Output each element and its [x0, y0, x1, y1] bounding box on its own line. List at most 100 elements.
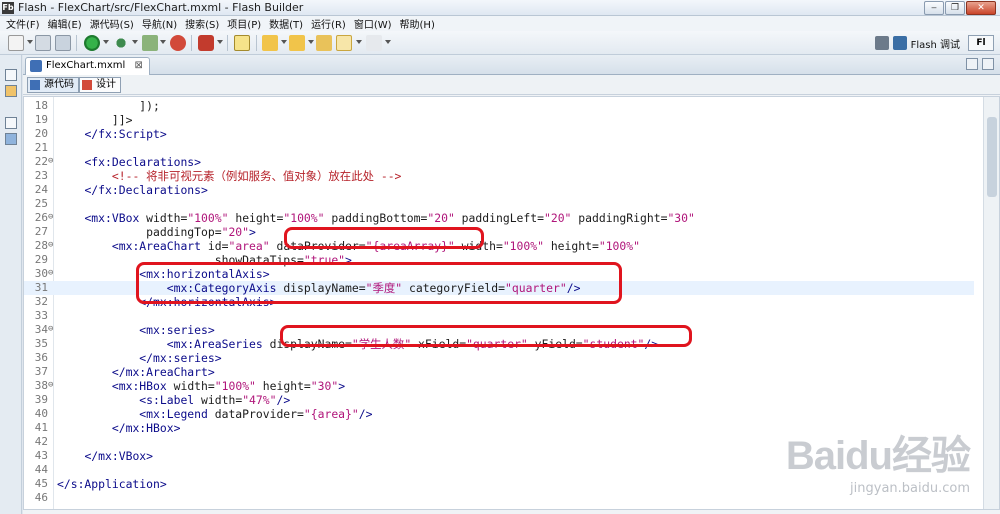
code-text: ]); [57, 99, 160, 113]
external-tools-dropdown-icon[interactable] [217, 40, 223, 44]
export-release-icon[interactable] [170, 35, 186, 51]
code-line[interactable]: 18 ]); [24, 99, 974, 113]
code-line[interactable]: 36 </mx:series> [24, 351, 974, 365]
flash-perspective-button[interactable]: Fl [968, 35, 994, 51]
back-dropdown-icon[interactable] [356, 40, 362, 44]
code-line[interactable]: 21 [24, 141, 974, 155]
editor-tab-flexchart[interactable]: FlexChart.mxml ⊠ [25, 57, 150, 75]
forward-icon[interactable] [366, 35, 382, 51]
code-text: </mx:AreaChart> [57, 365, 215, 379]
menu-item[interactable]: 数据(T) [265, 16, 307, 31]
new-file-icon[interactable] [8, 35, 24, 51]
tab-close-icon[interactable]: ⊠ [134, 60, 142, 71]
menu-item[interactable]: 源代码(S) [86, 16, 138, 31]
new-dropdown-icon[interactable] [27, 40, 33, 44]
code-line[interactable]: 37 </mx:AreaChart> [24, 365, 974, 379]
save-icon[interactable] [35, 35, 51, 51]
line-number: 23 [34, 169, 48, 182]
debug-icon[interactable] [113, 35, 129, 51]
minimize-icon[interactable]: ‒ [924, 1, 944, 15]
menu-item[interactable]: 文件(F) [2, 16, 44, 31]
restore-view-icon-2[interactable] [5, 117, 17, 129]
restore-icon[interactable]: ❐ [945, 1, 965, 15]
profile-icon[interactable] [142, 35, 158, 51]
code-token-str: "20" [427, 211, 455, 225]
code-text: <fx:Declarations> [57, 155, 201, 169]
code-token-attr: width= [173, 379, 215, 393]
fold-toggle-icon[interactable]: ⊖ [48, 269, 56, 278]
back-icon[interactable] [336, 35, 352, 51]
code-token-attr: width= [146, 211, 188, 225]
last-edit-location-icon[interactable] [316, 35, 332, 51]
previous-annotation-dropdown-icon[interactable] [308, 40, 314, 44]
code-text: </mx:HBox> [57, 421, 181, 435]
code-token-tag: </mx:AreaChart> [111, 365, 215, 379]
run-icon[interactable] [84, 35, 100, 51]
fold-toggle-icon[interactable]: ⊖ [48, 213, 56, 222]
code-text: <s:Label width="47%"/> [57, 393, 290, 407]
menu-item[interactable]: 导航(N) [138, 16, 181, 31]
forward-dropdown-icon[interactable] [385, 40, 391, 44]
maximize-pane-icon[interactable] [982, 58, 994, 70]
code-token-attr: height= [543, 239, 599, 253]
code-line[interactable]: 26 ⊖ <mx:VBox width="100%" height="100%" … [24, 211, 974, 225]
code-line[interactable]: 28 ⊖ <mx:AreaChart id="area" dataProvider… [24, 239, 974, 253]
code-line[interactable]: 20 </fx:Script> [24, 127, 974, 141]
code-token-tag: <mx:Legend [139, 407, 215, 421]
run-dropdown-icon[interactable] [103, 40, 109, 44]
line-number: 18 [34, 99, 48, 112]
scrollbar-thumb[interactable] [987, 117, 997, 197]
code-line[interactable]: 38 ⊖ <mx:HBox width="100%" height="30"> [24, 379, 974, 393]
line-number: 20 [34, 127, 48, 140]
code-line[interactable]: 19 ]]> [24, 113, 974, 127]
code-line[interactable]: 27 paddingTop="20"> [24, 225, 974, 239]
fold-toggle-icon[interactable]: ⊖ [48, 157, 56, 166]
code-line[interactable]: 33 [24, 309, 974, 323]
menu-item[interactable]: 窗口(W) [350, 16, 396, 31]
menu-item[interactable]: 运行(R) [307, 16, 350, 31]
menu-item[interactable]: 搜索(S) [181, 16, 223, 31]
code-line[interactable]: 24 </fx:Declarations> [24, 183, 974, 197]
fold-toggle-icon[interactable]: ⊖ [48, 381, 56, 390]
next-annotation-icon[interactable] [262, 35, 278, 51]
debug-dropdown-icon[interactable] [132, 40, 138, 44]
previous-annotation-icon[interactable] [289, 35, 305, 51]
code-line[interactable]: 22 ⊖ <fx:Declarations> [24, 155, 974, 169]
print-icon[interactable] [55, 35, 71, 51]
fold-toggle-icon[interactable]: ⊖ [48, 325, 56, 334]
menu-item[interactable]: 编辑(E) [44, 16, 86, 31]
menu-item[interactable]: 帮助(H) [396, 16, 439, 31]
line-number: 31 [34, 281, 48, 294]
code-line[interactable]: 23 <!-- 将非可视元素（例如服务、值对象）放在此处 --> [24, 169, 974, 183]
vertical-scrollbar[interactable] [983, 97, 999, 509]
code-token-attr: id= [207, 239, 229, 253]
minimize-pane-icon[interactable] [966, 58, 978, 70]
code-line[interactable]: 39 <s:Label width="47%"/> [24, 393, 974, 407]
code-line[interactable]: 25 [24, 197, 974, 211]
fold-toggle-icon[interactable]: ⊖ [48, 241, 56, 250]
menu-item[interactable]: 项目(P) [223, 16, 265, 31]
source-mode-button[interactable]: 源代码 [27, 77, 79, 93]
line-number: 39 [34, 393, 48, 406]
line-number: 19 [34, 113, 48, 126]
close-icon[interactable]: ✕ [966, 1, 996, 15]
outline-icon[interactable] [5, 133, 17, 145]
mark-occurrences-icon[interactable] [234, 35, 250, 51]
code-token-str: "20" [221, 225, 250, 239]
code-token-attr: dataProvider= [214, 407, 304, 421]
profile-dropdown-icon[interactable] [160, 40, 166, 44]
code-line[interactable]: 40 <mx:Legend dataProvider="{area}"/> [24, 407, 974, 421]
code-token-tag: > [249, 225, 256, 239]
next-annotation-dropdown-icon[interactable] [281, 40, 287, 44]
package-explorer-icon[interactable] [5, 85, 17, 97]
design-mode-button[interactable]: 设计 [79, 77, 121, 93]
restore-view-icon[interactable] [5, 69, 17, 81]
perspective-switcher[interactable]: Flash 调试 [874, 35, 960, 51]
external-tools-icon[interactable] [198, 35, 214, 51]
